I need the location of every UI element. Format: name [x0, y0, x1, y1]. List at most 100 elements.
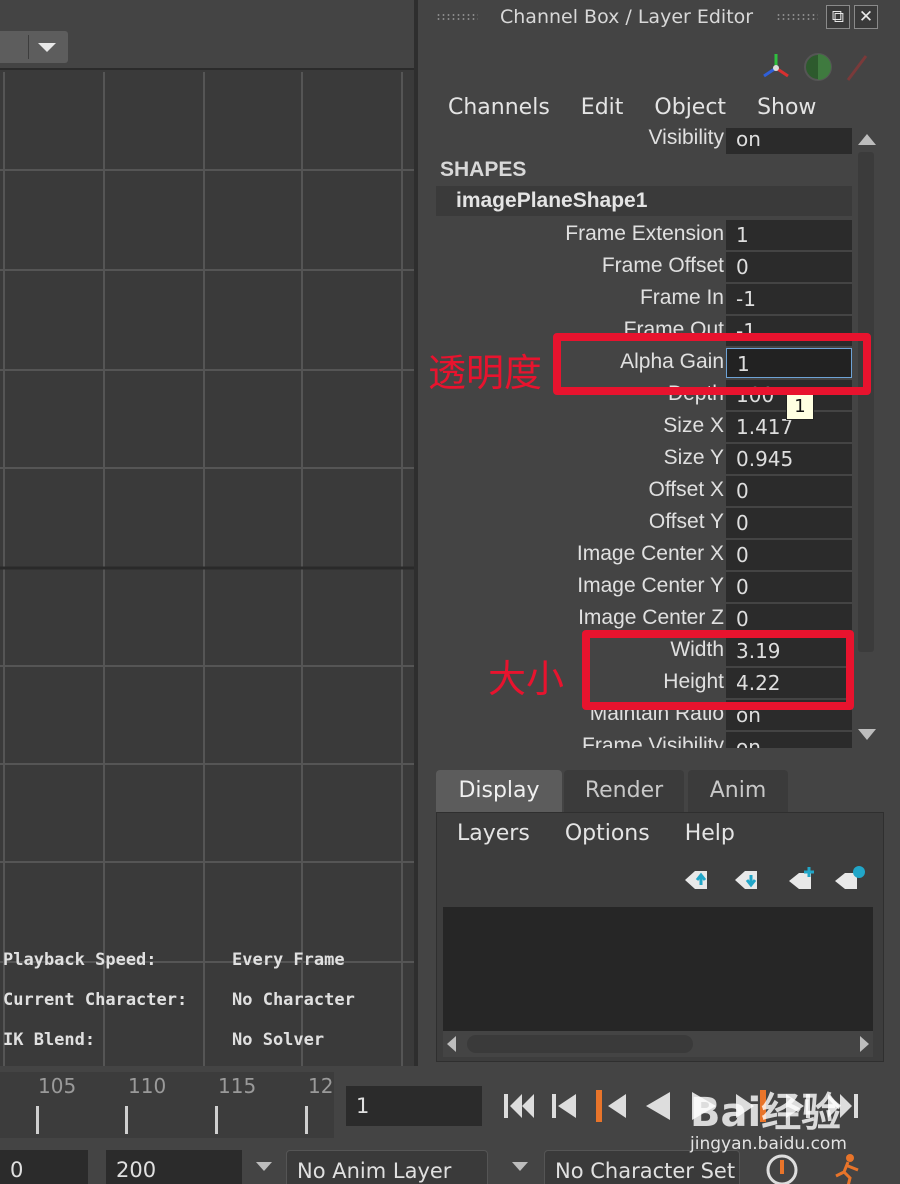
channel-row-frame-offset[interactable]: Frame Offset 0: [436, 252, 852, 282]
character-set-dropdown[interactable]: No Character Set: [544, 1150, 740, 1184]
viewport-grid: [0, 72, 414, 1066]
channel-label: Frame Visibility: [582, 734, 724, 748]
channel-row-offset-y[interactable]: Offset Y0: [436, 508, 852, 538]
anim-layer-dropdown[interactable]: No Anim Layer: [286, 1150, 488, 1184]
scroll-up-icon[interactable]: [858, 134, 876, 145]
hud-playback-speed: Playback Speed: Every Frame: [3, 950, 345, 970]
menu-options[interactable]: Options: [565, 821, 650, 846]
scroll-left-icon[interactable]: [447, 1036, 456, 1052]
tab-display[interactable]: Display: [436, 770, 562, 812]
shape-node-name[interactable]: imagePlaneShape1: [436, 186, 852, 216]
channel-row-offset-x[interactable]: Offset X0: [436, 476, 852, 506]
tick-label: 12: [308, 1074, 334, 1098]
go-to-start-icon[interactable]: [500, 1086, 540, 1126]
channel-label: Frame In: [639, 286, 724, 309]
channel-row-frame-extension[interactable]: Frame Extension 1: [436, 220, 852, 250]
close-button[interactable]: ✕: [854, 5, 878, 29]
channel-box-icons: [763, 53, 868, 81]
hud-value: No Character: [232, 990, 355, 1010]
new-layer-selected-icon[interactable]: [835, 866, 865, 889]
channel-label: Size X: [663, 414, 724, 437]
character-run-icon[interactable]: [830, 1152, 866, 1184]
menu-object[interactable]: Object: [654, 95, 726, 120]
move-layer-up-icon[interactable]: [685, 871, 707, 889]
menu-help[interactable]: Help: [685, 821, 735, 846]
channel-label: Image Center Z: [578, 606, 724, 629]
channel-scrollbar[interactable]: [856, 130, 876, 744]
channel-row-size-y[interactable]: Size Y 0.945: [436, 444, 852, 474]
viewport-dropdown[interactable]: [0, 31, 68, 63]
channel-value[interactable]: 0: [726, 252, 852, 282]
channel-row-frame-in[interactable]: Frame In -1: [436, 284, 852, 314]
channel-box-menubar: Channels Edit Object Show: [448, 95, 840, 120]
speed-icon[interactable]: [804, 53, 832, 81]
annotation-alpha: 透明度: [428, 351, 543, 395]
channel-value[interactable]: 0: [726, 476, 852, 506]
channel-label: Size Y: [663, 446, 724, 469]
move-layer-down-icon[interactable]: [735, 871, 757, 889]
tick-label: 110: [128, 1074, 167, 1098]
scroll-thumb[interactable]: [858, 152, 874, 652]
viewport-panel[interactable]: Playback Speed: Every Frame Current Char…: [0, 0, 414, 1066]
scroll-right-icon[interactable]: [860, 1036, 869, 1052]
scroll-thumb[interactable]: [467, 1035, 693, 1053]
drag-handle-icon[interactable]: [436, 13, 478, 22]
play-backwards-icon[interactable]: [638, 1086, 678, 1126]
tab-anim[interactable]: Anim: [688, 770, 788, 812]
layer-list[interactable]: [443, 907, 873, 1031]
hud-value: Every Frame: [232, 950, 345, 970]
layer-editor-body: Layers Options Help: [436, 812, 884, 1062]
layer-hscrollbar[interactable]: [443, 1031, 873, 1057]
channel-value[interactable]: on: [726, 128, 852, 154]
channel-label: Image Center X: [576, 542, 724, 565]
watermark-logo: Bai经验 jingyan.baidu.com: [690, 1080, 847, 1154]
tab-render[interactable]: Render: [564, 770, 684, 812]
annotation-size: 大小: [488, 657, 565, 701]
hud-ik-blend: IK Blend: No Solver: [3, 1030, 324, 1050]
chevron-down-icon[interactable]: [512, 1162, 528, 1171]
new-layer-icon[interactable]: [789, 867, 814, 889]
value-tooltip: 1: [786, 394, 814, 420]
section-header: SHAPES: [440, 158, 527, 181]
menu-show[interactable]: Show: [757, 95, 816, 120]
channel-box-panel: Channel Box / Layer Editor ⧉ ✕ Channels …: [414, 0, 900, 1066]
watermark-url: jingyan.baidu.com: [690, 1134, 847, 1154]
hyper-icon[interactable]: [846, 55, 868, 81]
channel-value[interactable]: on: [726, 732, 852, 748]
range-start-field[interactable]: 0: [0, 1150, 88, 1184]
channel-value[interactable]: 0: [726, 540, 852, 570]
channel-value[interactable]: 0: [726, 572, 852, 602]
channel-label: Offset Y: [648, 510, 724, 533]
hud-label: Playback Speed:: [3, 950, 157, 970]
channel-value[interactable]: 0.945: [726, 444, 852, 474]
channel-row-image-center-x[interactable]: Image Center X0: [436, 540, 852, 570]
layer-editor: Display Render Anim Layers Options Help: [436, 770, 884, 1064]
tick-mark: [125, 1106, 128, 1134]
chevron-down-icon[interactable]: [256, 1162, 272, 1171]
channel-row-frame-visibility[interactable]: Frame Visibility on: [436, 732, 852, 748]
drag-handle-icon[interactable]: [776, 13, 818, 22]
float-window-button[interactable]: ⧉: [826, 5, 850, 29]
channel-label: Offset X: [648, 478, 724, 501]
tick-label: 115: [218, 1074, 257, 1098]
channel-value[interactable]: 0: [726, 508, 852, 538]
current-frame-field[interactable]: 1: [346, 1086, 482, 1126]
menu-channels[interactable]: Channels: [448, 95, 550, 120]
step-back-frame-icon[interactable]: [592, 1086, 632, 1126]
watermark-brand: Bai经验: [690, 1090, 842, 1136]
menu-edit[interactable]: Edit: [581, 95, 624, 120]
channel-value[interactable]: 1: [726, 220, 852, 250]
tick-mark: [36, 1106, 39, 1134]
range-end-field[interactable]: 200: [106, 1150, 242, 1184]
channel-row-visibility[interactable]: Visibility on: [436, 128, 852, 154]
auto-key-icon[interactable]: [764, 1152, 800, 1184]
alpha-gain-highlight: [553, 333, 871, 395]
step-back-key-icon[interactable]: [546, 1086, 586, 1126]
manipulator-icon[interactable]: [763, 54, 789, 78]
tick-mark: [305, 1106, 308, 1134]
scroll-down-icon[interactable]: [858, 729, 876, 740]
time-slider[interactable]: 105 110 115 12: [0, 1072, 334, 1138]
channel-value[interactable]: -1: [726, 284, 852, 314]
menu-layers[interactable]: Layers: [457, 821, 530, 846]
channel-row-image-center-y[interactable]: Image Center Y0: [436, 572, 852, 602]
